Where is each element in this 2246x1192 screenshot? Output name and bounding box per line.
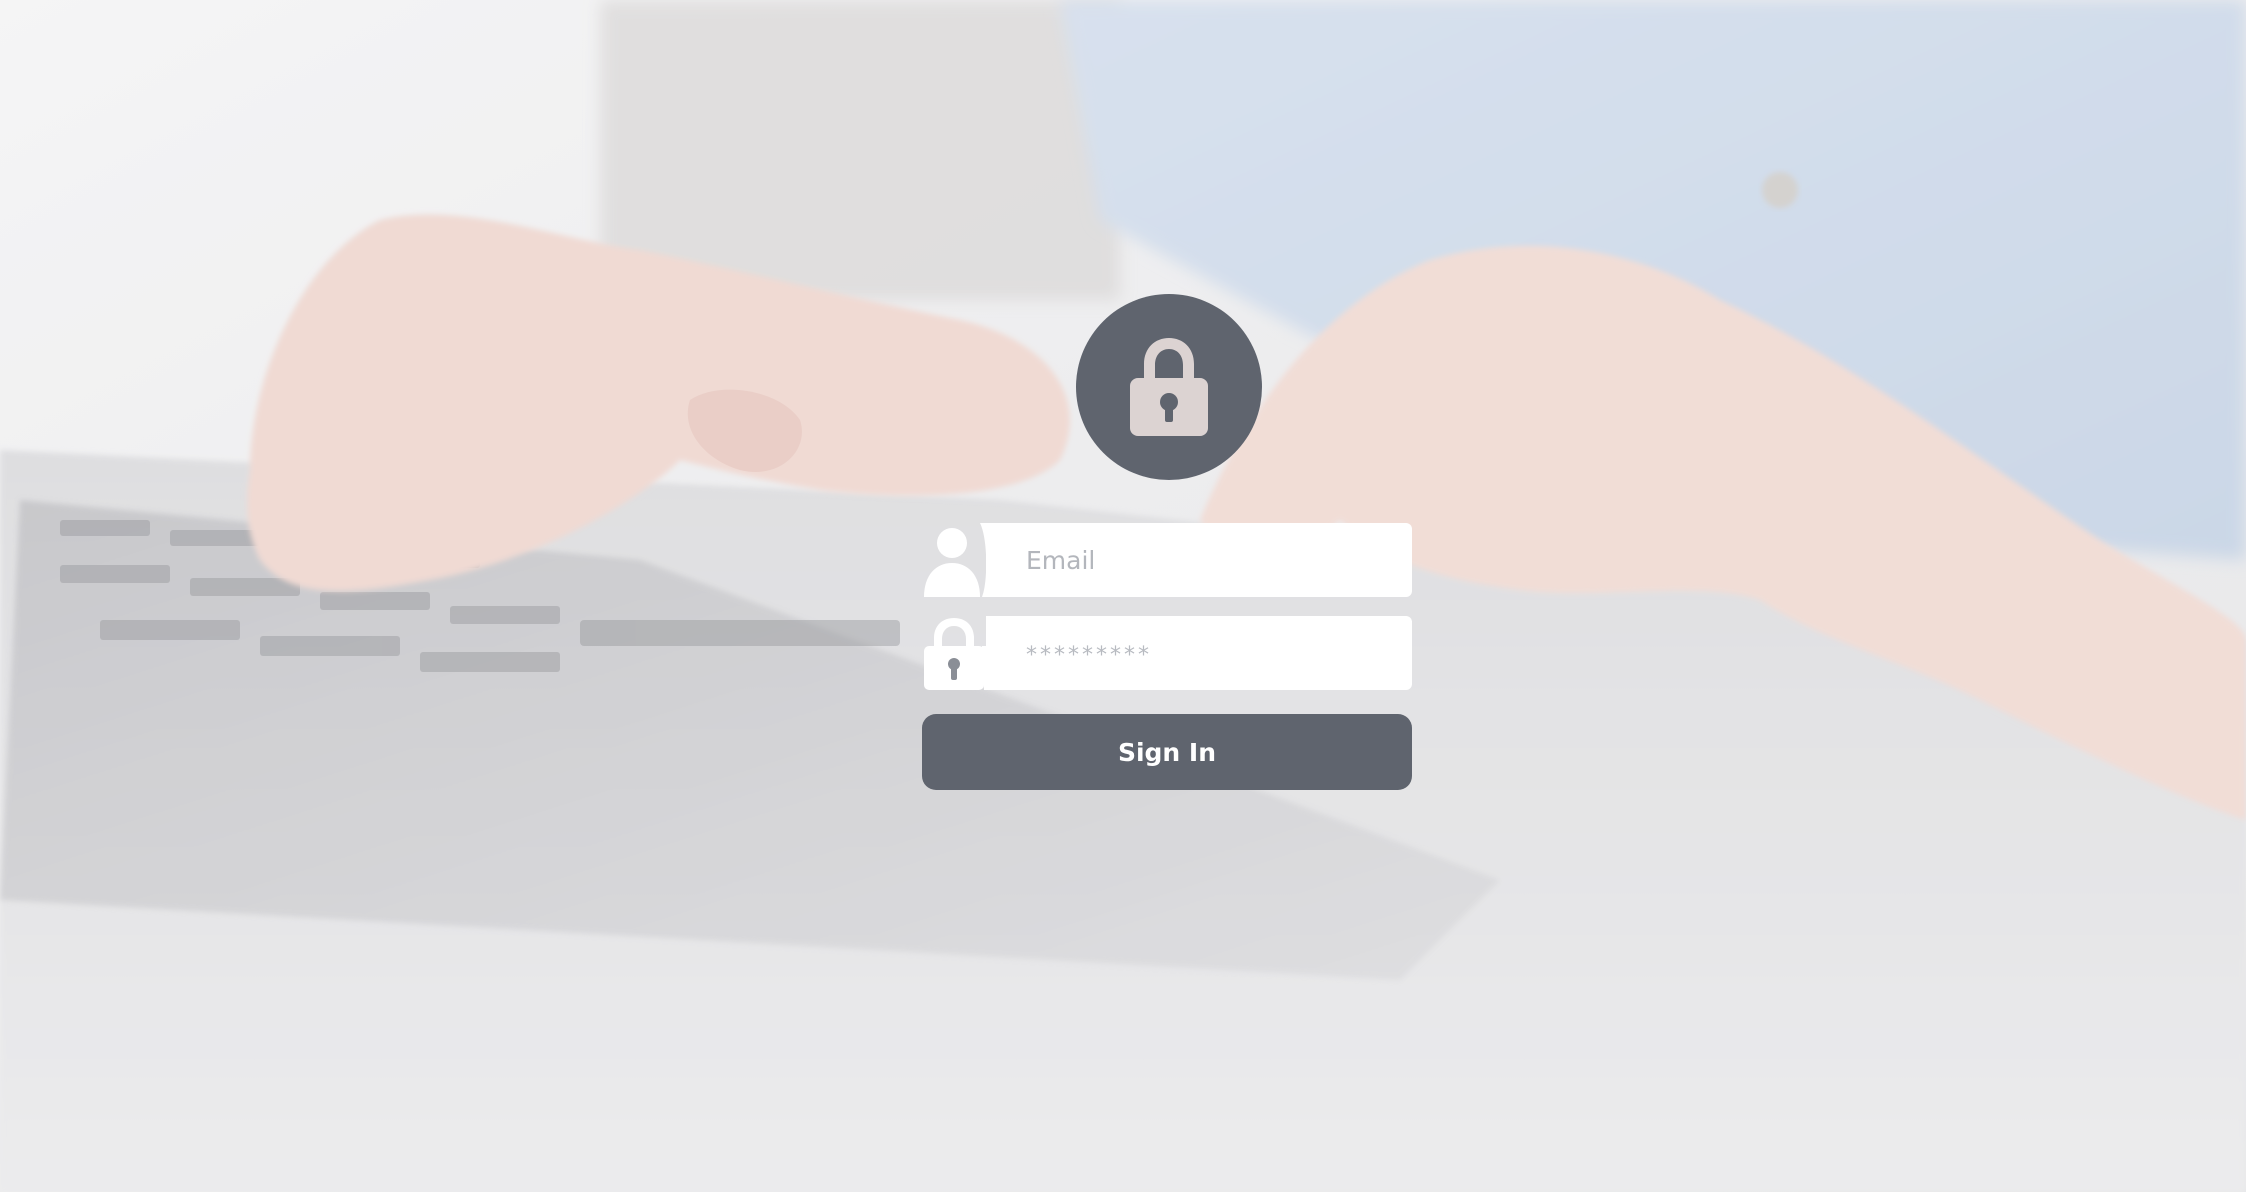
lock-icon (1076, 294, 1262, 480)
password-field[interactable] (986, 616, 1412, 690)
email-row (922, 523, 1412, 597)
user-icon (924, 523, 994, 597)
padlock-icon (924, 618, 994, 690)
password-row (922, 616, 1412, 690)
sign-in-button[interactable]: Sign In (922, 714, 1412, 790)
email-field[interactable] (986, 523, 1412, 597)
login-page: Sign In (0, 0, 2246, 1192)
